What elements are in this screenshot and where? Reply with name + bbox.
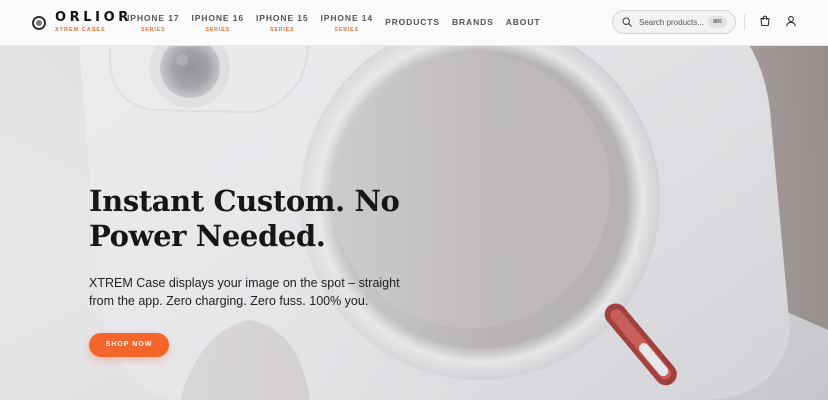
- shop-now-button[interactable]: SHOP NOW: [89, 333, 169, 357]
- search-placeholder: Search products...: [639, 17, 704, 27]
- nav-item-products[interactable]: PRODUCTS: [385, 0, 440, 27]
- nav-label: IPHONE 16: [191, 13, 245, 23]
- account-button[interactable]: [784, 14, 798, 28]
- nav-label: BRANDS: [451, 17, 494, 27]
- nav-sublabel: SERIES: [270, 27, 295, 33]
- main-nav: IPHONE 17 SERIES IPHONE 16 SERIES IPHONE…: [127, 0, 552, 46]
- logo-text: ORLIOR XTREM CASES: [55, 11, 132, 34]
- logo-icon: [32, 15, 46, 30]
- hero-headline: Instant Custom. No Power Needed.: [89, 184, 400, 253]
- nav-item-about[interactable]: ABOUT: [506, 0, 541, 27]
- nav-label: IPHONE 15: [256, 13, 309, 23]
- nav-label: PRODUCTS: [385, 17, 440, 27]
- brand-name: ORLIOR: [55, 10, 132, 25]
- site-header: ORLIOR XTREM CASES IPHONE 17 SERIES IPHO…: [0, 0, 828, 46]
- search-icon: [622, 17, 632, 27]
- brand-logo[interactable]: ORLIOR XTREM CASES: [32, 11, 132, 34]
- search-shortcut: ⌘K: [707, 16, 727, 28]
- hero-subtext: XTREM Case displays your image on the sp…: [89, 276, 400, 308]
- user-icon: [786, 16, 796, 27]
- brand-tagline: XTREM CASES: [55, 27, 106, 33]
- header-divider: [744, 14, 745, 30]
- nav-sublabel: SERIES: [205, 27, 230, 33]
- nav-label: IPHONE 14: [320, 13, 374, 23]
- search-input[interactable]: Search products... ⌘K: [612, 10, 736, 34]
- nav-label: ABOUT: [505, 17, 541, 27]
- nav-label: IPHONE 17: [127, 13, 180, 23]
- nav-item-iphone-14[interactable]: IPHONE 14 SERIES: [321, 0, 374, 34]
- nav-item-iphone-15[interactable]: IPHONE 15 SERIES: [256, 0, 309, 34]
- cart-button[interactable]: [758, 14, 772, 28]
- nav-sublabel: SERIES: [334, 27, 359, 33]
- nav-item-iphone-16[interactable]: IPHONE 16 SERIES: [192, 0, 245, 34]
- nav-sublabel: SERIES: [141, 27, 166, 33]
- nav-item-iphone-17[interactable]: IPHONE 17 SERIES: [127, 0, 180, 34]
- nav-item-brands[interactable]: BRANDS: [452, 0, 494, 27]
- cart-icon: [760, 15, 770, 27]
